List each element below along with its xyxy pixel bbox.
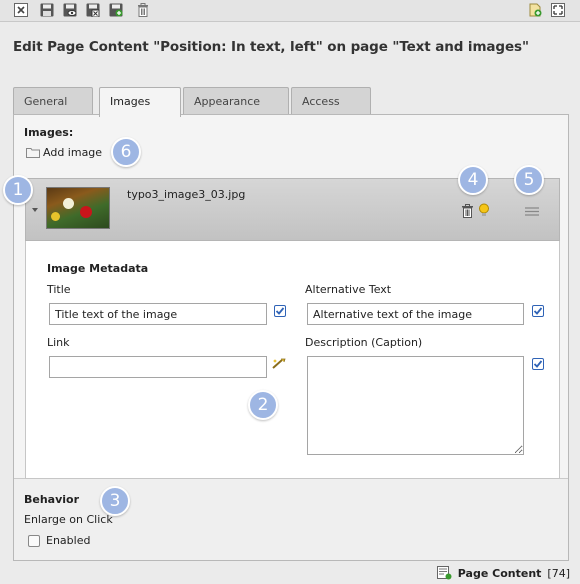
metadata-heading: Image Metadata [47, 262, 149, 275]
record-uid: [74] [547, 566, 570, 580]
save-new-icon[interactable] [109, 3, 123, 17]
folder-icon [26, 148, 40, 158]
fullscreen-icon[interactable] [551, 3, 565, 17]
new-page-icon[interactable] [528, 3, 542, 17]
trash-icon[interactable] [461, 204, 474, 218]
link-input[interactable] [49, 356, 267, 378]
image-filename: typo3_image3_03.jpg [127, 188, 246, 201]
page-title: Edit Page Content "Position: In text, le… [13, 39, 529, 55]
annotation-marker-5: 5 [514, 165, 544, 195]
checkbox-checked-icon[interactable] [532, 305, 544, 317]
enabled-label: Enabled [46, 534, 91, 547]
checkbox-checked-icon[interactable] [274, 305, 286, 317]
description-label: Description (Caption) [305, 336, 423, 349]
save-icon[interactable] [40, 3, 54, 17]
image-thumbnail [46, 187, 110, 229]
title-label: Title [47, 283, 71, 296]
lightbulb-icon[interactable] [478, 203, 490, 217]
enlarge-on-click-label: Enlarge on Click [24, 513, 113, 526]
alt-text-label: Alternative Text [305, 283, 392, 296]
checkbox-checked-icon[interactable] [532, 358, 544, 370]
record-footer: Page Content [74] [436, 566, 570, 580]
annotation-marker-6: 6 [111, 137, 141, 167]
enabled-checkbox[interactable] [28, 534, 40, 547]
content-type-label: Page Content [457, 566, 542, 580]
close-icon[interactable] [14, 3, 28, 17]
annotation-marker-4: 4 [458, 165, 488, 195]
tab-appearance[interactable]: Appearance [183, 87, 289, 115]
save-view-icon[interactable] [63, 3, 77, 17]
save-close-icon[interactable] [86, 3, 100, 17]
link-label: Link [47, 336, 70, 349]
content-element-icon [436, 566, 452, 580]
tab-access[interactable]: Access [291, 87, 371, 115]
delete-icon[interactable] [136, 3, 150, 17]
images-label: Images: [24, 126, 74, 139]
link-wizard-icon[interactable] [272, 358, 286, 370]
drag-handle-icon[interactable] [524, 206, 540, 217]
description-textarea[interactable] [307, 356, 524, 455]
title-input[interactable] [49, 303, 267, 325]
annotation-marker-2: 2 [248, 390, 278, 420]
behavior-heading: Behavior [24, 493, 80, 506]
tab-images[interactable]: Images [99, 87, 181, 117]
annotation-marker-1: 1 [3, 175, 33, 205]
images-section: Images: Add image typo3_image3_03.jpg Im… [14, 115, 568, 479]
tab-general[interactable]: General [13, 87, 93, 115]
alt-text-input[interactable] [307, 303, 524, 325]
toolbar [0, 0, 580, 22]
add-image-button[interactable]: Add image [26, 146, 102, 159]
annotation-marker-3: 3 [100, 486, 130, 516]
image-metadata-form: Image Metadata Title Alternative Text Li… [25, 241, 560, 479]
enabled-checkbox-row[interactable]: Enabled [28, 534, 90, 547]
caret-down-icon[interactable] [31, 206, 39, 214]
add-image-label: Add image [43, 146, 103, 159]
